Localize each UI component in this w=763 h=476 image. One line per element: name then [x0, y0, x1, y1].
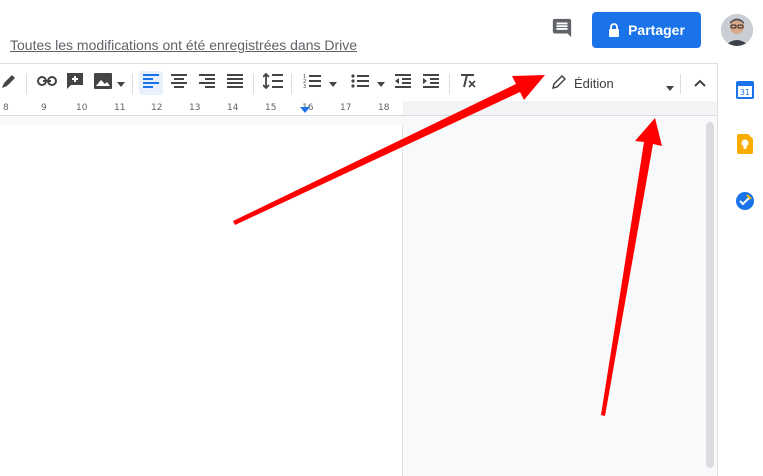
toolbar-separator — [132, 74, 133, 94]
paint-format-button[interactable] — [0, 64, 18, 102]
editing-mode-label: Édition — [574, 75, 614, 91]
chevron-down-icon — [329, 74, 337, 92]
paint-format-icon — [2, 73, 16, 94]
indent-marker[interactable] — [300, 107, 310, 113]
numbered-list-icon: 123 — [303, 73, 321, 94]
chevron-down-icon — [377, 74, 385, 92]
decrease-indent-icon — [395, 73, 411, 93]
share-label: Partager — [628, 22, 685, 38]
formatting-toolbar: 123 Édition — [0, 63, 717, 102]
line-spacing-button[interactable] — [261, 64, 285, 102]
decrease-indent-button[interactable] — [391, 64, 415, 102]
link-icon — [37, 74, 57, 92]
insert-comment-icon — [66, 72, 84, 95]
keep-button[interactable] — [735, 133, 755, 159]
numbered-list-button[interactable]: 123 — [299, 64, 341, 102]
toolbar-separator — [449, 74, 450, 94]
pencil-icon — [551, 74, 567, 92]
tasks-icon — [735, 191, 755, 216]
chevron-down-icon — [116, 74, 125, 92]
line-spacing-icon — [262, 72, 283, 94]
side-panel: 31 — [717, 63, 763, 476]
document-canvas — [0, 116, 717, 476]
keep-icon — [737, 133, 753, 159]
toolbar-separator — [291, 74, 292, 94]
calendar-icon: 31 — [736, 80, 754, 104]
ruler[interactable]: 8 9 10 11 12 13 14 15 16 17 18 — [0, 101, 717, 116]
align-center-icon — [171, 73, 187, 93]
top-bar: Toutes les modifications ont été enregis… — [0, 0, 763, 62]
share-button[interactable]: Partager — [592, 12, 701, 48]
increase-indent-icon — [423, 73, 439, 93]
document-page[interactable] — [0, 125, 403, 476]
align-justify-icon — [227, 73, 243, 93]
comment-history-button[interactable] — [550, 18, 574, 42]
align-right-button[interactable] — [195, 64, 219, 102]
toolbar-separator — [680, 74, 681, 94]
avatar[interactable] — [721, 14, 753, 46]
vertical-scrollbar[interactable] — [706, 122, 714, 468]
ruler-label: 12 — [151, 103, 163, 113]
comment-icon — [551, 17, 573, 44]
insert-link-button[interactable] — [35, 64, 59, 102]
ruler-label: 8 — [3, 103, 9, 113]
ruler-label: 10 — [76, 103, 88, 113]
ruler-label: 14 — [227, 103, 239, 113]
bulleted-list-button[interactable] — [347, 64, 389, 102]
lock-icon — [608, 23, 620, 37]
tasks-button[interactable] — [735, 191, 755, 216]
save-status-link[interactable]: Toutes les modifications ont été enregis… — [10, 37, 357, 53]
clear-formatting-button[interactable] — [456, 64, 480, 102]
ruler-label: 13 — [189, 103, 201, 113]
hide-menus-button[interactable] — [688, 64, 712, 102]
calendar-day: 31 — [740, 88, 750, 97]
align-left-button[interactable] — [139, 71, 163, 95]
insert-comment-button[interactable] — [63, 64, 87, 102]
insert-image-icon — [93, 72, 114, 94]
clear-formatting-icon — [460, 73, 476, 93]
increase-indent-button[interactable] — [419, 64, 443, 102]
bulleted-list-icon — [351, 73, 369, 94]
ruler-label: 11 — [114, 103, 126, 113]
toolbar-separator — [253, 74, 254, 94]
calendar-button[interactable]: 31 — [735, 80, 755, 104]
align-center-button[interactable] — [167, 64, 191, 102]
ruler-label: 17 — [340, 103, 352, 113]
chevron-down-icon — [666, 79, 674, 94]
align-justify-button[interactable] — [223, 64, 247, 102]
ruler-label: 15 — [265, 103, 277, 113]
svg-text:3: 3 — [303, 84, 306, 89]
ruler-label: 9 — [41, 103, 47, 113]
toolbar-separator — [26, 74, 27, 94]
align-right-icon — [199, 73, 215, 93]
insert-image-button[interactable] — [91, 64, 127, 102]
editing-mode-dropdown[interactable]: Édition — [551, 64, 676, 102]
collapse-icon — [694, 74, 706, 92]
align-left-icon — [143, 73, 159, 93]
ruler-label: 18 — [378, 103, 390, 113]
